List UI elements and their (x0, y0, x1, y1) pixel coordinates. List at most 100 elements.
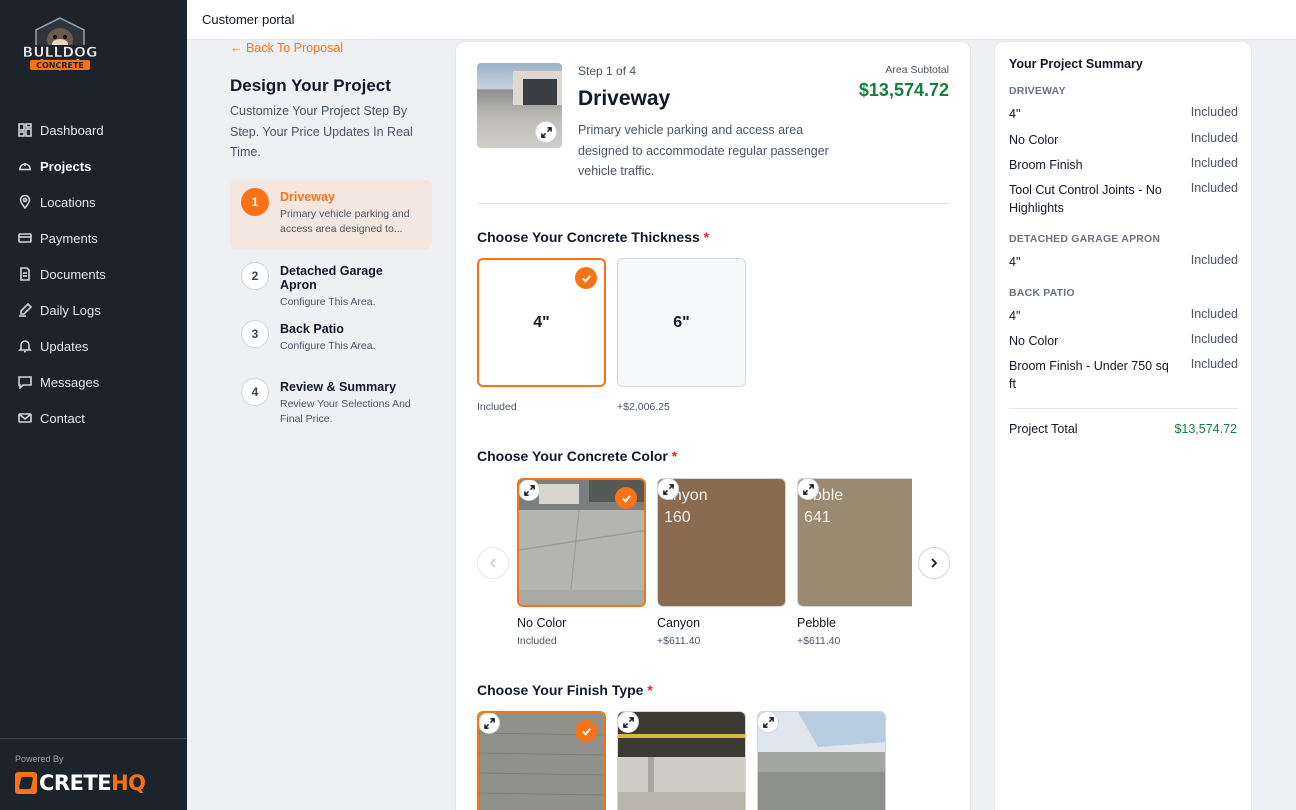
color-option-price: +$611.40 (657, 635, 701, 647)
chevron-right-icon (931, 558, 938, 568)
selected-check-icon (615, 487, 637, 509)
summary-row-label: 4" (1009, 107, 1021, 121)
thickness-option-6in[interactable]: 6" (617, 258, 746, 387)
sidebar-item-updates[interactable]: Updates (0, 328, 187, 364)
thickness-option-4in[interactable]: 4" (477, 258, 606, 387)
finish-option-smooth[interactable] (757, 711, 886, 810)
sidebar-item-dashboard[interactable]: Dashboard (0, 112, 187, 148)
sidebar-item-label: Updates (40, 338, 89, 354)
summary-row-label: No Color (1009, 334, 1059, 348)
step-review-summary[interactable]: 4 Review & Summary Review Your Selection… (230, 370, 432, 437)
area-title: Driveway (578, 87, 671, 110)
area-photo[interactable] (477, 63, 562, 148)
sidebar-item-contact[interactable]: Contact (0, 400, 187, 436)
summary-group-back-patio: BACK PATIO (1009, 287, 1075, 299)
sidebar-item-label: Messages (40, 374, 100, 390)
selected-check-icon (575, 267, 597, 289)
hard-hat-icon (19, 163, 31, 171)
summary-divider (1009, 408, 1238, 409)
finish-option-broom[interactable] (477, 711, 606, 810)
color-carousel: anyon 160 ebble 641 (517, 478, 912, 608)
finish-title-text: Choose Your Finish Type (477, 682, 644, 698)
color-option-canyon[interactable]: anyon 160 (657, 478, 786, 607)
powered-by-footer: Powered By CRETE HQ (0, 738, 187, 810)
carousel-prev-button[interactable] (477, 547, 509, 579)
summary-row-value: Included (1190, 357, 1238, 371)
credit-card-icon (18, 233, 32, 243)
color-title-text: Choose Your Concrete Color (477, 448, 668, 464)
edit-log-icon (19, 303, 32, 317)
divider (477, 203, 949, 204)
step-number: 2 (241, 262, 269, 290)
brand-hq: HQ (111, 771, 146, 795)
sidebar-item-label: Contact (40, 410, 85, 426)
step-number: 3 (241, 320, 269, 348)
step-desc: Primary vehicle parking and access area … (280, 208, 410, 235)
bell-icon (18, 340, 32, 353)
expand-swatch-button[interactable] (798, 479, 819, 500)
project-summary-panel: Your Project Summary DRIVEWAY 4" Include… (994, 41, 1252, 810)
finish-option-exposed[interactable] (617, 711, 746, 810)
expand-swatch-button[interactable] (658, 479, 679, 500)
garage-door-illustration (523, 79, 557, 105)
dashboard-icon (18, 123, 32, 137)
area-description: Primary vehicle parking and access area … (578, 123, 829, 178)
step-title: Driveway (280, 190, 335, 204)
expand-finish-button[interactable] (479, 713, 500, 734)
summary-row-value: Included (1190, 332, 1238, 346)
sidebar-item-label: Locations (40, 194, 96, 210)
project-total-label: Project Total (1009, 422, 1078, 436)
step-number: 4 (241, 378, 269, 406)
expand-icon (622, 716, 634, 728)
summary-row-label: No Color (1009, 133, 1059, 147)
sidebar-item-payments[interactable]: Payments (0, 220, 187, 256)
back-to-proposal-link[interactable]: ← Back To Proposal (230, 41, 343, 55)
expand-swatch-button[interactable] (519, 480, 540, 501)
step-desc: Configure This Area. (280, 296, 376, 308)
topbar: Customer portal (187, 0, 1296, 40)
summary-row-value: Included (1190, 131, 1238, 145)
summary-title: Your Project Summary (1009, 57, 1143, 71)
step-desc: Review Your Selections And Final Price. (280, 398, 411, 425)
summary-row-label: 4" (1009, 255, 1021, 269)
step-number: 1 (241, 188, 269, 216)
sidebar-item-documents[interactable]: Documents (0, 256, 187, 292)
step-driveway[interactable]: 1 Driveway Primary vehicle parking and a… (230, 180, 432, 249)
carousel-next-button[interactable] (918, 547, 950, 579)
cretehq-logo[interactable]: CRETE HQ (15, 771, 146, 795)
svg-text:CONCRETE: CONCRETE (36, 61, 84, 70)
color-option-name: Canyon (657, 616, 701, 630)
color-option-no-color[interactable] (517, 478, 646, 607)
summary-row-label: Broom Finish - Under 750 sq ft (1009, 359, 1169, 391)
sidebar-item-projects[interactable]: Projects (0, 148, 187, 184)
sidebar-item-daily-logs[interactable]: Daily Logs (0, 292, 187, 328)
summary-row-value: Included (1190, 181, 1238, 195)
summary-row-value: Included (1190, 156, 1238, 170)
expand-icon (523, 484, 535, 496)
area-config-card: Step 1 of 4 Driveway Primary vehicle par… (455, 41, 971, 810)
expand-icon (802, 483, 814, 495)
required-marker: * (647, 682, 653, 698)
mail-icon (18, 413, 32, 423)
expand-finish-button[interactable] (618, 712, 639, 733)
color-option-pebble[interactable]: ebble 641 (797, 478, 912, 607)
color-option-name: Pebble (797, 616, 836, 630)
step-back-patio[interactable]: 3 Back Patio Configure This Area. (230, 312, 432, 364)
summary-group-detached-garage-apron: DETACHED GARAGE APRON (1009, 233, 1161, 245)
chevron-left-icon (489, 558, 496, 568)
expand-finish-button[interactable] (758, 712, 779, 733)
step-detached-garage-apron[interactable]: 2 Detached Garage Apron Configure This A… (230, 254, 432, 320)
message-icon (18, 376, 32, 389)
sidebar-item-label: Dashboard (40, 122, 104, 138)
area-subtotal-value: $13,574.72 (858, 80, 949, 100)
expand-icon (662, 483, 674, 495)
sidebar-item-label: Payments (40, 230, 98, 246)
sidebar-item-label: Daily Logs (40, 302, 101, 318)
expand-photo-button[interactable] (535, 121, 557, 143)
sidebar-item-locations[interactable]: Locations (0, 184, 187, 220)
summary-row-label: 4" (1009, 309, 1021, 323)
required-marker: * (703, 229, 710, 245)
thickness-price: Included (477, 401, 517, 413)
sidebar-item-messages[interactable]: Messages (0, 364, 187, 400)
company-logo[interactable]: BULLDOG CONCRETE (14, 16, 106, 76)
